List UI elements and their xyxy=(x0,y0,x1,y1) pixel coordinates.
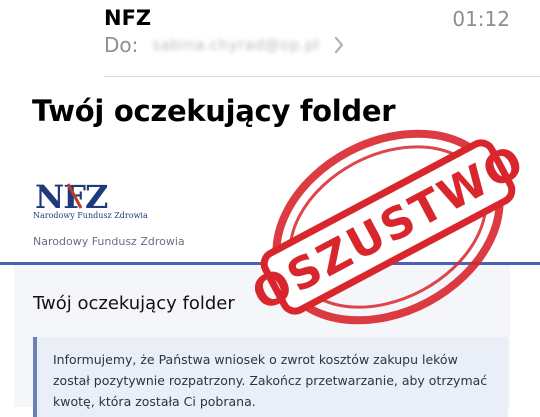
email-subject: Twój oczekujący folder xyxy=(32,94,396,128)
recipient-address[interactable]: sabina.chyrad@op.pl xyxy=(152,36,319,54)
sender-name[interactable]: NFZ xyxy=(104,6,151,30)
folder-heading: Twój oczekujący folder xyxy=(33,293,235,314)
nfz-logo: NFZ xyxy=(33,178,153,212)
recipient-row[interactable]: Do: sabina.chyrad@op.pl xyxy=(104,33,346,57)
chevron-right-icon[interactable] xyxy=(332,35,346,55)
header-divider xyxy=(104,76,540,77)
logo-text: NFZ xyxy=(35,178,108,212)
timestamp: 01:12 xyxy=(452,7,510,31)
to-label: Do: xyxy=(104,33,139,57)
org-name: Narodowy Fundusz Zdrowia xyxy=(33,235,185,248)
logo-caption: Narodowy Fundusz Zdrowia xyxy=(33,211,148,220)
notice-box: Informujemy, że Państwa wniosek o zwrot … xyxy=(33,337,508,417)
